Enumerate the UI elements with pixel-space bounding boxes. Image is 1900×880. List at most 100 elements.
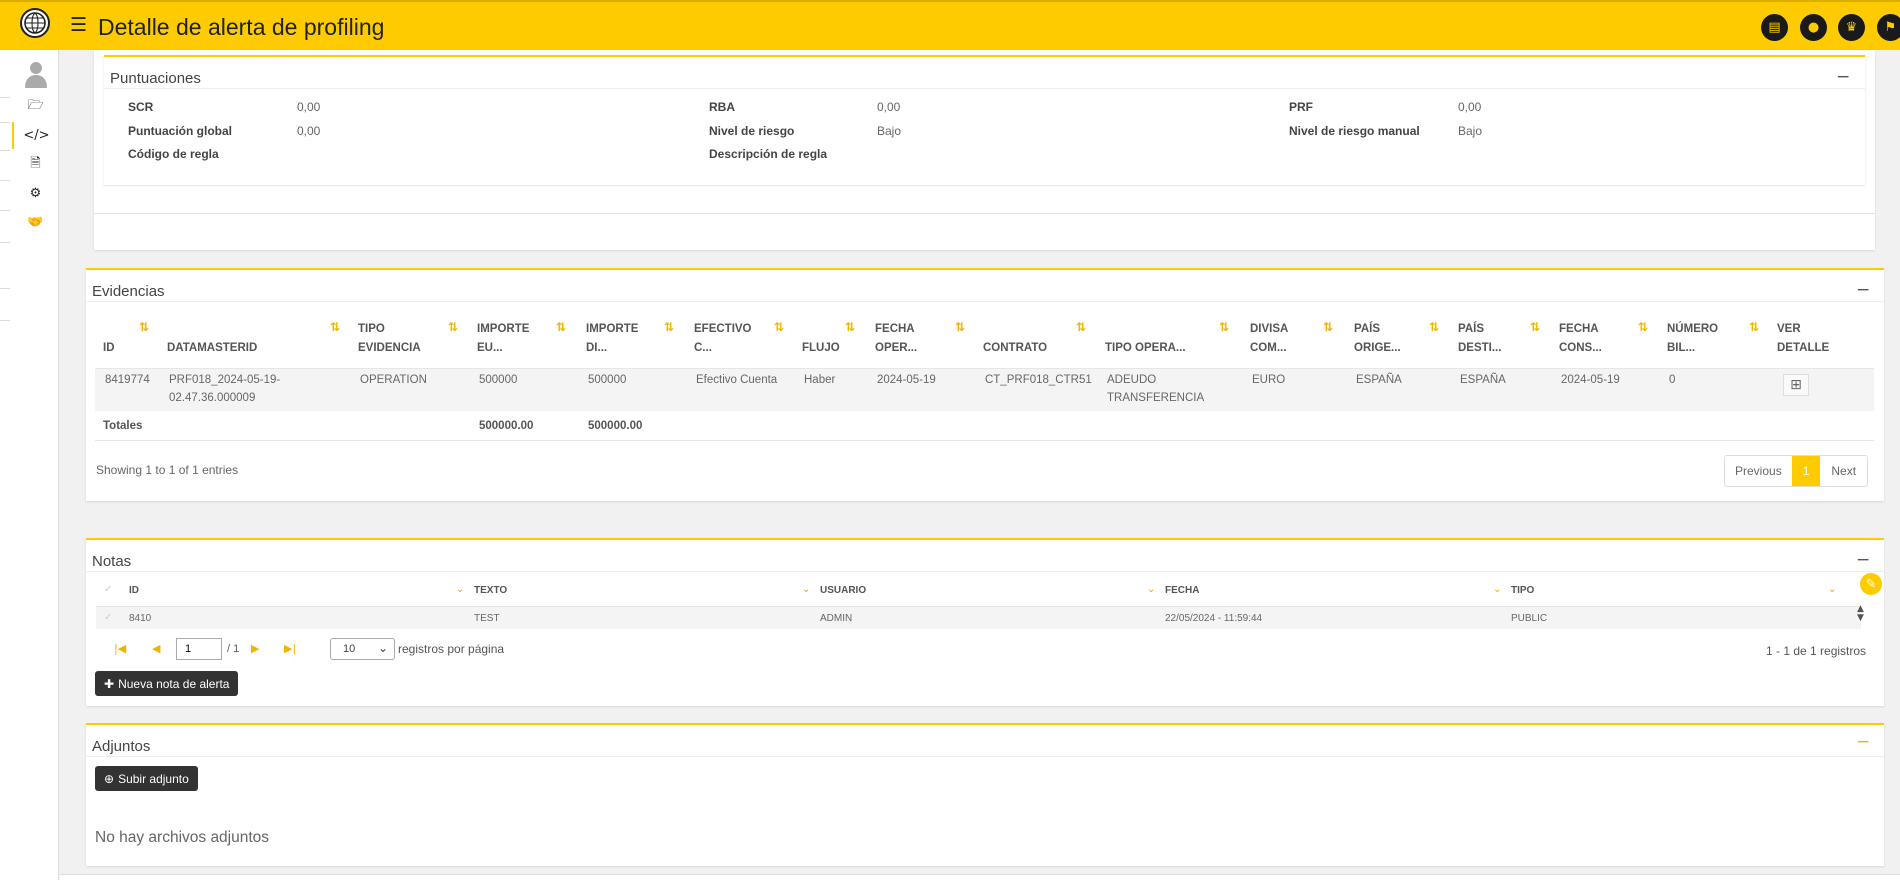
view-detail-icon[interactable]: ⊞: [1783, 374, 1809, 396]
table-cell: CT_PRF018_CTR51: [985, 374, 1092, 386]
sort-icon[interactable]: ⇅: [774, 320, 784, 334]
column-header[interactable]: PAÍS DESTI...: [1458, 320, 1501, 358]
column-header[interactable]: TIPO OPERA...: [1105, 339, 1186, 358]
sort-icon[interactable]: ⇅: [1076, 320, 1086, 334]
records-range: 1 - 1 de 1 registros: [1766, 644, 1867, 658]
sort-icon[interactable]: ⇅: [330, 320, 340, 334]
score-label: Puntuación global: [128, 124, 232, 138]
column-header: VER DETALLE: [1777, 323, 1830, 354]
column-header[interactable]: ID: [129, 585, 139, 596]
column-header[interactable]: ID: [103, 339, 115, 358]
previous-button[interactable]: Previous: [1725, 456, 1792, 486]
notas-panel: Notas − ✎ ✓ ID ⌄ TEXTO ⌄ USUARIO ⌄ FECHA…: [86, 538, 1884, 706]
column-header[interactable]: PAÍS ORIGE...: [1354, 320, 1401, 358]
sort-icon[interactable]: ⇅: [556, 320, 566, 334]
table-cell: PUBLIC: [1511, 613, 1548, 624]
folder-open-icon[interactable]: 🗁: [12, 93, 59, 120]
new-note-label: Nueva nota de alerta: [118, 676, 230, 691]
table-cell: 2024-05-19: [1561, 374, 1620, 386]
column-header[interactable]: TIPO EVIDENCIA: [358, 320, 421, 358]
sort-icon[interactable]: ⇅: [955, 320, 965, 334]
column-header[interactable]: FLUJO: [802, 339, 840, 358]
sort-icon[interactable]: ⇅: [1530, 320, 1540, 334]
user-icon[interactable]: ●: [1800, 14, 1827, 41]
row-check-icon[interactable]: ✓: [104, 612, 112, 623]
score-label: Descripción de regla: [709, 147, 828, 161]
column-header[interactable]: CONTRATO: [983, 339, 1047, 358]
pdf-icon[interactable]: 🗎: [12, 151, 59, 178]
sidebar-divider: [0, 150, 10, 151]
score-value: 0,00: [297, 100, 321, 114]
code-icon[interactable]: </>: [12, 122, 59, 149]
sort-icon[interactable]: ⇅: [845, 320, 855, 334]
sort-icon[interactable]: ⌄: [1828, 584, 1836, 595]
next-button[interactable]: Next: [1820, 456, 1867, 486]
calendar-icon[interactable]: ▤: [1761, 14, 1788, 41]
collapse-button[interactable]: −: [1856, 282, 1870, 299]
sort-icon[interactable]: ⌄: [1493, 584, 1501, 595]
sort-icon[interactable]: ⌄: [802, 584, 810, 595]
sidebar-divider: [0, 122, 10, 123]
per-page-select[interactable]: 10 ⌄: [330, 638, 395, 660]
handshake-icon[interactable]: 🤝: [12, 209, 59, 236]
column-header[interactable]: FECHA: [1165, 585, 1199, 596]
sort-icon[interactable]: ⇅: [1749, 320, 1759, 334]
column-header[interactable]: NÚMERO BIL...: [1667, 320, 1718, 358]
upload-label: Subir adjunto: [118, 771, 189, 786]
table-row[interactable]: [96, 606, 1861, 629]
sidebar-divider: [0, 97, 10, 98]
edit-pencil-icon[interactable]: ✎: [1860, 573, 1882, 595]
select-all-check-icon[interactable]: ✓: [104, 584, 112, 595]
sort-icon[interactable]: ⇅: [664, 320, 674, 334]
entries-info: Showing 1 to 1 of 1 entries: [96, 463, 239, 477]
no-attachments-text: No hay archivos adjuntos: [95, 829, 270, 846]
evidencias-title: Evidencias: [92, 283, 165, 300]
avatar[interactable]: [12, 54, 59, 94]
sort-icon[interactable]: ⌄: [456, 584, 464, 595]
column-header[interactable]: FECHA CONS...: [1559, 320, 1602, 358]
first-page-icon[interactable]: |◀: [114, 642, 126, 655]
collapse-button[interactable]: −: [1836, 69, 1850, 86]
score-label: Código de regla: [128, 147, 219, 161]
table-cell: Haber: [804, 374, 836, 386]
column-header[interactable]: IMPORTE EU...: [477, 320, 529, 358]
score-label: Nivel de riesgo: [709, 124, 795, 138]
sort-icon[interactable]: ⇅: [1219, 320, 1229, 334]
page-number-input[interactable]: [176, 638, 222, 660]
sort-icon[interactable]: ⇅: [448, 320, 458, 334]
column-header[interactable]: EFECTIVO C...: [694, 320, 752, 358]
page-1-button[interactable]: 1: [1791, 456, 1821, 486]
collapse-button[interactable]: −: [1856, 734, 1870, 751]
previous-page-icon[interactable]: ◀: [152, 642, 160, 655]
next-page-icon[interactable]: ▶: [251, 642, 259, 655]
adjuntos-panel: Adjuntos − ⊕ Subir adjunto No hay archiv…: [86, 723, 1884, 866]
column-header[interactable]: DATAMASTERID: [167, 339, 257, 358]
upload-attachment-button[interactable]: ⊕ Subir adjunto: [95, 766, 198, 791]
sort-icon[interactable]: ⇅: [139, 320, 149, 334]
column-header[interactable]: FECHA OPER...: [875, 320, 917, 358]
table-cell: OPERATION: [360, 374, 427, 386]
sort-icon[interactable]: ⌄: [1147, 584, 1155, 595]
scroll-arrows-icon[interactable]: ▲ ▼: [1857, 605, 1864, 623]
sort-icon[interactable]: ⇅: [1429, 320, 1439, 334]
globe-logo-icon[interactable]: [20, 8, 50, 38]
collapse-button[interactable]: −: [1856, 552, 1870, 569]
sort-icon[interactable]: ⇅: [1323, 320, 1333, 334]
table-cell: EURO: [1252, 374, 1286, 386]
column-header[interactable]: TIPO: [1511, 585, 1534, 596]
gear-icon[interactable]: ⚙: [12, 180, 59, 207]
table-cell: ADMIN: [820, 613, 853, 624]
new-note-button[interactable]: ✚ Nueva nota de alerta: [95, 671, 239, 696]
column-header[interactable]: USUARIO: [820, 585, 866, 596]
last-page-icon[interactable]: ▶|: [284, 642, 296, 655]
column-header[interactable]: DIVISA COM...: [1250, 320, 1288, 358]
column-header[interactable]: TEXTO: [474, 585, 507, 596]
flag-icon[interactable]: ⚑: [1877, 14, 1900, 41]
table-cell: 500000: [588, 374, 627, 386]
column-header[interactable]: IMPORTE DI...: [586, 320, 638, 358]
sort-icon[interactable]: ⇅: [1638, 320, 1648, 334]
queen-icon[interactable]: ♛: [1838, 14, 1865, 41]
bottom-strip: [60, 874, 1900, 880]
total-importe-di: 500000.00: [588, 420, 643, 432]
hamburger-menu-icon[interactable]: ☰: [70, 14, 87, 36]
